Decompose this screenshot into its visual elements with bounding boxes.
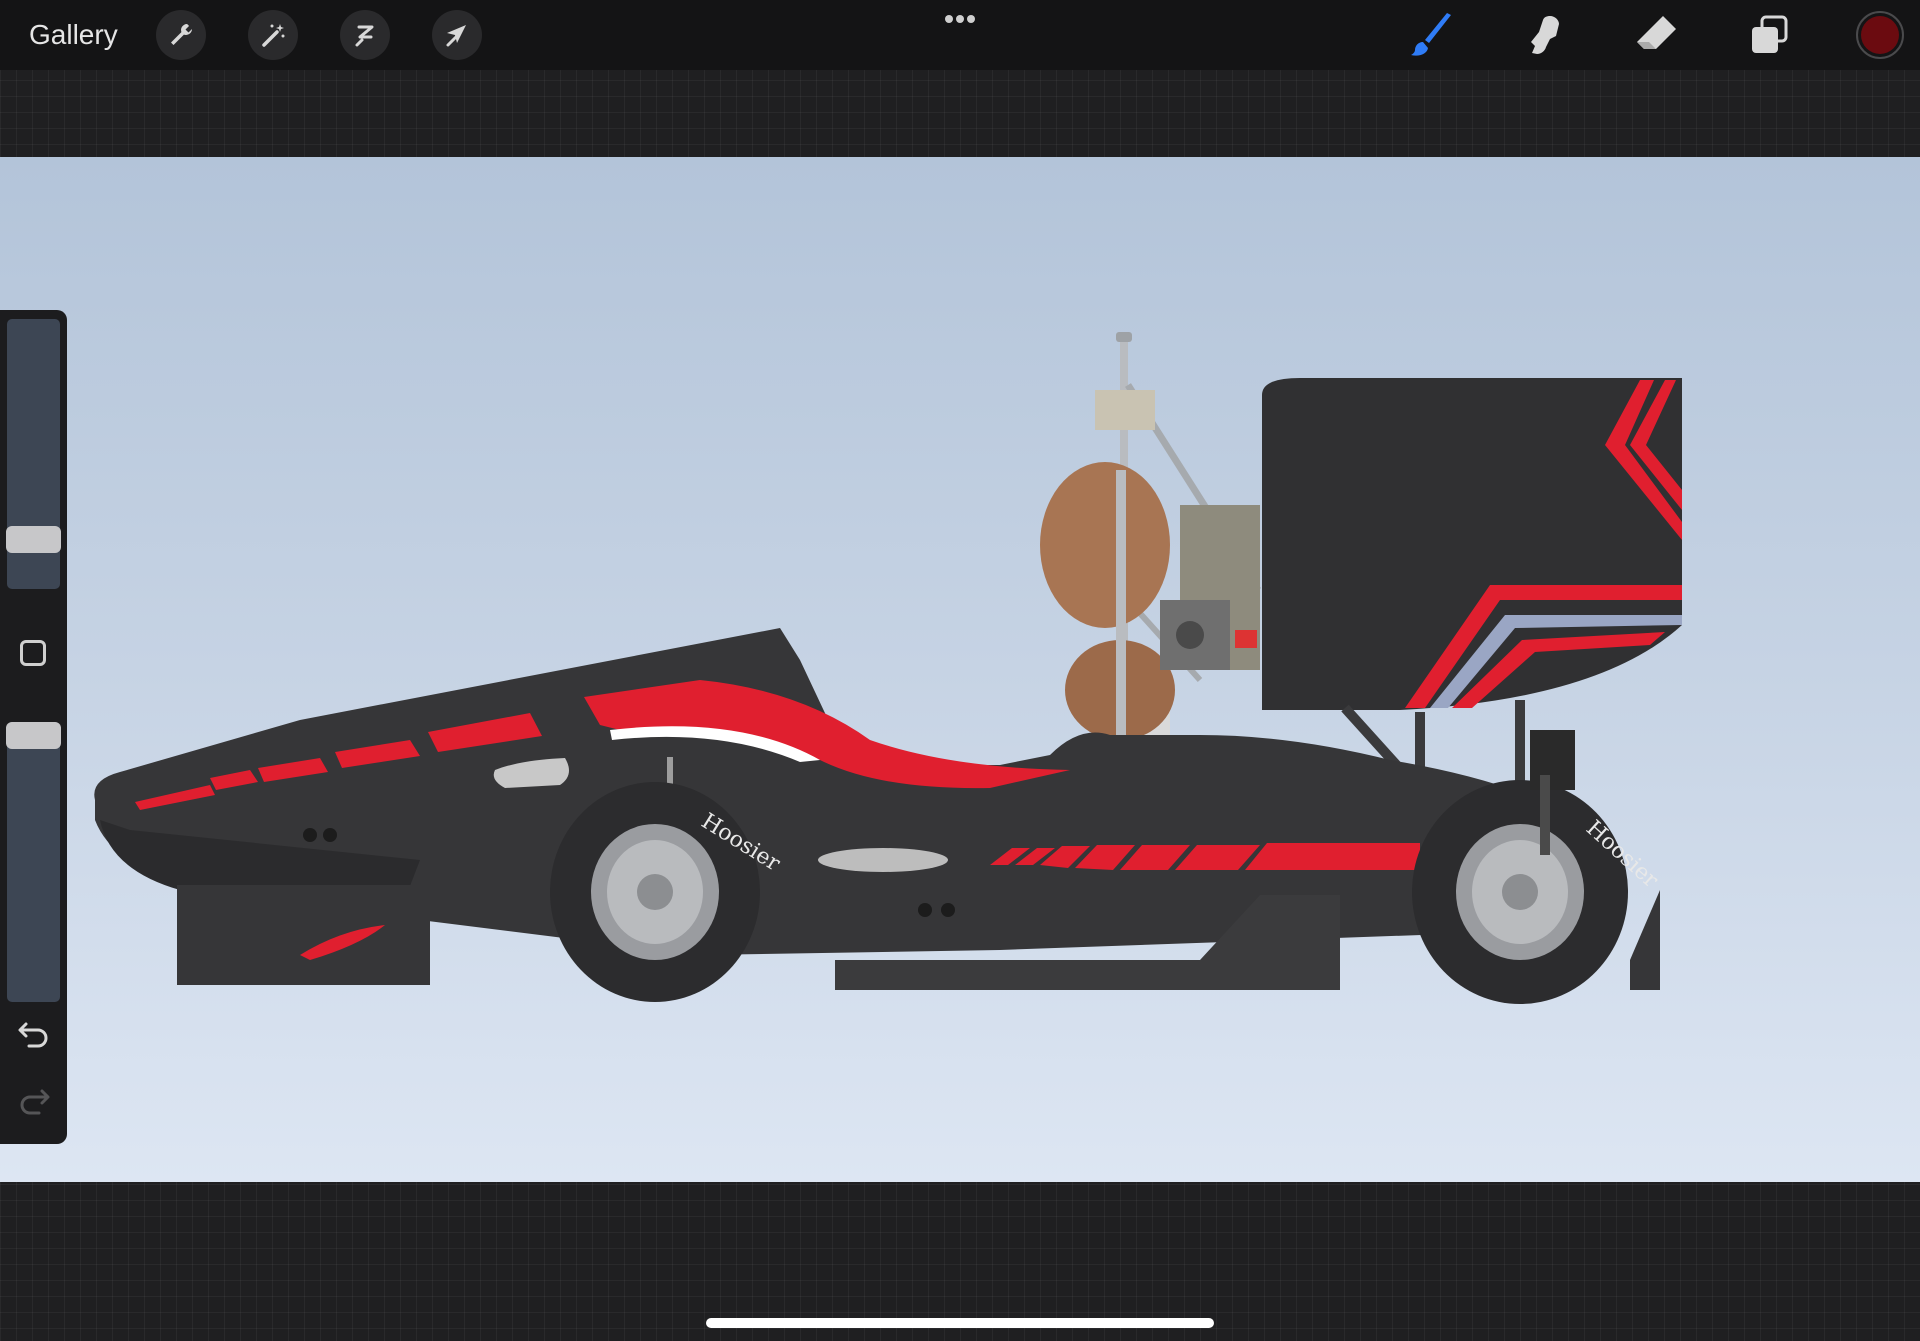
transform-button[interactable] <box>432 10 482 60</box>
brush-opacity-thumb[interactable] <box>6 722 61 749</box>
brush-opacity-slider[interactable] <box>6 722 61 1002</box>
layers-button[interactable] <box>1744 10 1794 60</box>
current-color-swatch <box>1861 16 1899 54</box>
brush-sidebar <box>0 310 67 1144</box>
formula-car-artwork: Hoosier Hoosier <box>94 332 1682 1004</box>
redo-icon <box>17 1089 51 1119</box>
smudge-tool-button[interactable] <box>1520 10 1570 60</box>
redo-button[interactable] <box>17 1085 51 1115</box>
brush-size-thumb[interactable] <box>6 526 61 553</box>
brush-size-slider[interactable] <box>6 319 61 589</box>
eraser-tool-button[interactable] <box>1632 10 1682 60</box>
front-wheel <box>550 782 760 1002</box>
adjustments-button[interactable] <box>248 10 298 60</box>
top-toolbar: Gallery <box>0 0 1920 70</box>
more-menu-button[interactable] <box>940 12 980 26</box>
eraser-icon <box>1632 16 1682 64</box>
layers-icon <box>1744 15 1794 64</box>
brush-tool-button[interactable] <box>1407 10 1457 60</box>
color-picker-button[interactable] <box>1856 11 1904 59</box>
smudge-icon <box>1520 16 1570 64</box>
undo-button[interactable] <box>17 1018 51 1048</box>
actions-button[interactable] <box>156 10 206 60</box>
gallery-button[interactable]: Gallery <box>29 16 118 54</box>
rear-wheel <box>1412 780 1628 1004</box>
selection-button[interactable] <box>340 10 390 60</box>
rear-wing <box>1262 378 1682 790</box>
engine-mechanism <box>1160 505 1260 670</box>
brush-icon <box>1407 13 1457 64</box>
more-dots-icon <box>940 13 980 30</box>
undo-icon <box>17 1022 51 1052</box>
home-indicator[interactable] <box>706 1318 1214 1328</box>
modify-button[interactable] <box>20 640 46 666</box>
drawing-canvas[interactable]: Hoosier Hoosier <box>0 157 1920 1182</box>
